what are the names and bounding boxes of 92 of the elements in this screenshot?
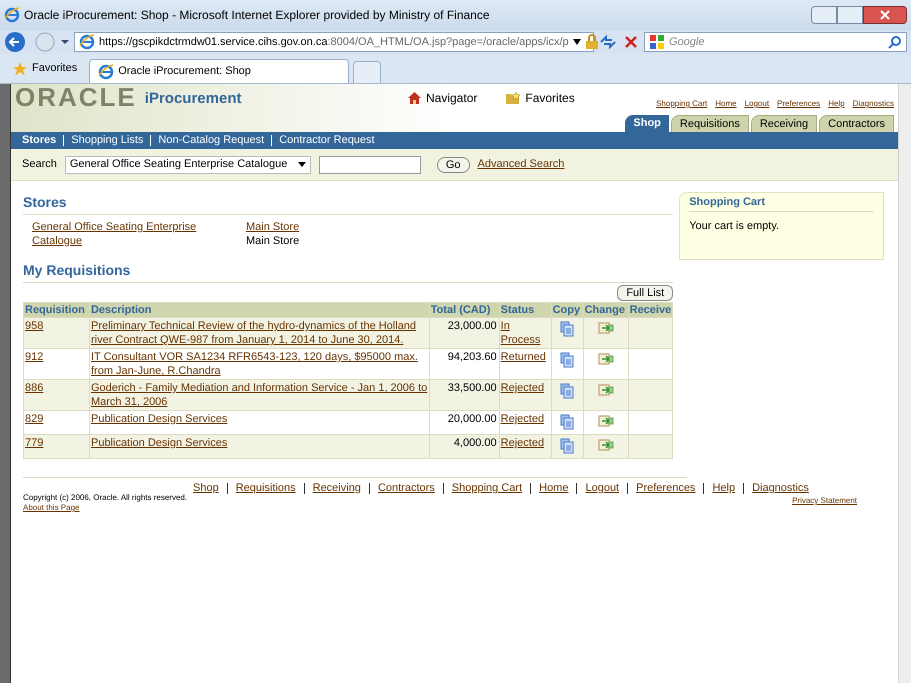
section-heading: My Requisitions <box>23 260 674 283</box>
nav-tab[interactable]: Receiving <box>750 115 818 132</box>
product-name: iProcurement <box>144 88 242 108</box>
footer-link[interactable]: Requisitions <box>236 482 296 495</box>
change-icon[interactable] <box>598 353 614 365</box>
store-name: Main Store <box>246 234 300 248</box>
nav-tab[interactable]: Contractors <box>819 115 894 132</box>
footer-link[interactable]: Home <box>539 482 568 495</box>
search-input[interactable]: Google <box>669 34 884 50</box>
navigator-link[interactable]: Navigator <box>407 89 478 107</box>
search-label: Search <box>22 157 57 172</box>
copy-icon[interactable] <box>560 438 574 454</box>
global-link[interactable]: Logout <box>744 98 770 110</box>
copy-icon[interactable] <box>560 352 574 368</box>
go-button[interactable]: Go <box>436 156 470 172</box>
description-link[interactable]: IT Consultant VOR SA1234 RFR6543-123, 120 days, $95000 max. from Jan-June, R.Chandra <box>90 350 428 378</box>
lock-icon <box>584 34 599 50</box>
description-link[interactable]: Preliminary Technical Review of the hydro-dynamics of the Holland river Contract QWE-987 from January 1, 2014 to June 30, 2014. <box>90 319 428 347</box>
subnav-link[interactable]: Non-Catalog Request <box>158 132 264 149</box>
oracle-logo: ORACLE <box>15 84 137 110</box>
requisition-link[interactable]: 779 <box>25 437 44 449</box>
page-icon <box>79 34 95 50</box>
footer-link[interactable]: Diagnostics <box>752 482 809 495</box>
star-icon <box>12 60 28 76</box>
search-icon[interactable] <box>888 35 902 49</box>
copy-icon[interactable] <box>560 414 574 430</box>
change-icon[interactable] <box>598 322 614 334</box>
copyright-text: Copyright (c) 2006, Oracle. All rights reserved. <box>23 493 188 503</box>
change-icon[interactable] <box>598 439 614 451</box>
global-link[interactable]: Diagnostics <box>852 98 894 110</box>
search-field[interactable]: Google <box>644 32 907 52</box>
copy-icon[interactable] <box>560 383 574 399</box>
url-path: :8004/OA_HTML/OA.jsp?page=/oracle/apps/icx/p <box>327 36 569 48</box>
store-link[interactable]: Main Store <box>246 220 300 234</box>
browser-icon <box>4 7 20 23</box>
footer-link[interactable]: Preferences <box>636 482 696 495</box>
change-icon[interactable] <box>598 415 614 427</box>
global-link[interactable]: Shopping Cart <box>656 98 708 110</box>
subnav-link[interactable]: Contractor Request <box>279 132 375 149</box>
restore-button[interactable] <box>837 6 863 24</box>
privacy-link[interactable]: Privacy Statement <box>792 495 857 507</box>
status-link[interactable]: In Process <box>500 319 550 347</box>
footer-link[interactable]: Shop <box>193 482 219 495</box>
store-link[interactable]: General Office Seating Enterprise Catalogue <box>32 220 212 248</box>
global-link[interactable]: Help <box>828 98 845 110</box>
footer-link[interactable]: Help <box>712 482 736 495</box>
minimize-button[interactable] <box>811 6 837 24</box>
favorites-link[interactable]: Favorites <box>505 89 575 107</box>
requisition-link[interactable]: 912 <box>25 351 44 363</box>
nav-tab[interactable]: Requisitions <box>670 115 749 132</box>
change-icon[interactable] <box>598 384 614 396</box>
store-dropdown[interactable]: General Office Seating Enterprise Catalogue <box>64 156 311 174</box>
column-header: Total (CAD) <box>429 302 500 318</box>
provider-icon <box>649 34 665 50</box>
page-icon <box>98 64 114 80</box>
full-list-button[interactable]: Full List <box>617 285 674 301</box>
dropdown-icon <box>298 162 306 167</box>
subnav-link[interactable]: Stores <box>22 132 56 149</box>
requisition-link[interactable]: 886 <box>25 382 44 394</box>
requisition-link[interactable]: 829 <box>25 413 44 425</box>
copy-icon[interactable] <box>560 321 574 337</box>
favorites-button[interactable]: Favorites <box>4 56 86 82</box>
folder-star-icon <box>505 91 522 105</box>
search-input[interactable] <box>318 156 421 174</box>
panel-title: Shopping Cart <box>689 194 874 212</box>
close-button[interactable] <box>863 6 907 24</box>
subnav-link[interactable]: Shopping Lists <box>71 132 144 149</box>
footer-link[interactable]: Contractors <box>378 482 435 495</box>
requisition-link[interactable]: 958 <box>25 320 44 332</box>
close-icon <box>880 10 890 20</box>
cart-message: Your cart is empty. <box>689 218 780 234</box>
footer-link[interactable]: Receiving <box>312 482 361 495</box>
nav-tab[interactable]: Shop <box>625 115 669 132</box>
refresh-button[interactable] <box>598 33 618 51</box>
total-cell: 4,000.00 <box>429 434 500 458</box>
footer-link[interactable]: Logout <box>585 482 620 495</box>
advanced-search-link[interactable]: Advanced Search <box>478 156 564 173</box>
column-header: Requisition <box>24 302 90 318</box>
dropdown-icon[interactable] <box>572 39 581 45</box>
global-link[interactable]: Home <box>715 98 737 110</box>
section-heading: Stores <box>23 192 674 215</box>
dropdown-icon[interactable] <box>60 38 70 46</box>
column-header: Description <box>89 302 430 318</box>
home-icon <box>407 91 422 105</box>
browser-tab[interactable]: Oracle iProcurement: Shop <box>89 59 350 83</box>
window-title: Oracle iProcurement: Shop - Microsoft Internet Explorer provided by Ministry of Finance <box>24 7 491 24</box>
about-link[interactable]: About this Page <box>23 503 80 513</box>
global-link[interactable]: Preferences <box>777 98 820 110</box>
scrollbar[interactable] <box>898 84 911 683</box>
url-host: https://gscpikdctrmdw01.service.cihs.gov.on.ca <box>99 36 328 48</box>
footer-link[interactable]: Shopping Cart <box>452 482 522 495</box>
description-link[interactable]: Goderich - Family Mediation and Information Service - Jan 1, 2006 to March 31, 2006 <box>90 381 428 409</box>
